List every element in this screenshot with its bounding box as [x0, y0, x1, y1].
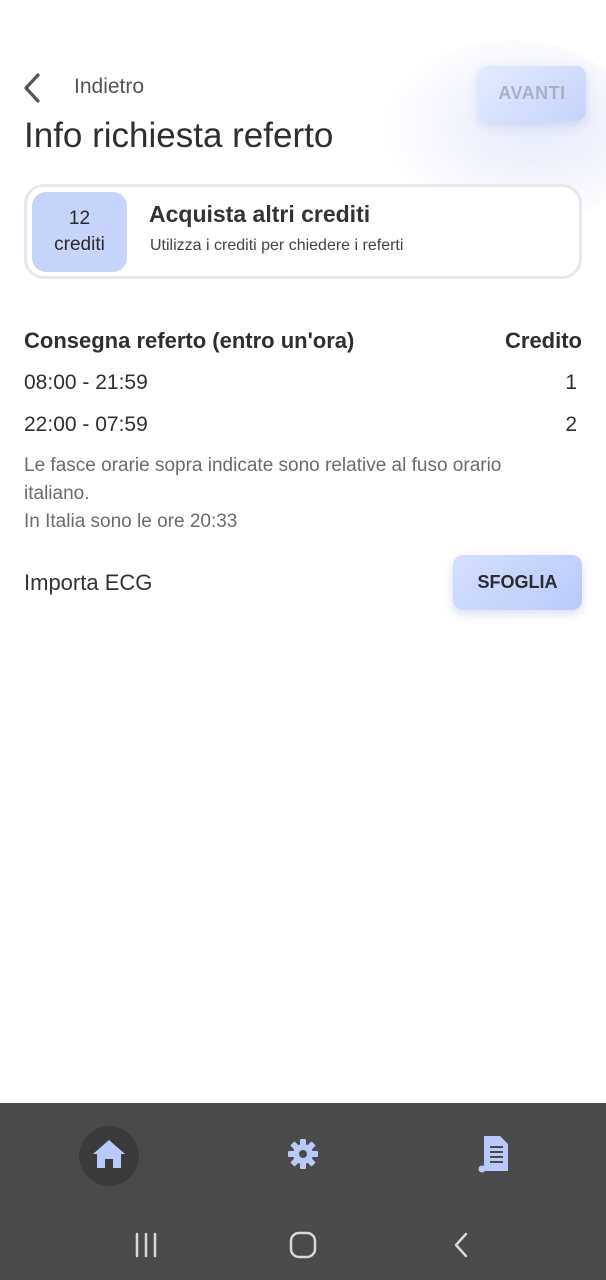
delivery-header-label: Consegna referto (entro un'ora) [24, 328, 355, 353]
buy-credits-title: Acquista altri crediti [149, 201, 371, 227]
credit-value: 2 [565, 413, 577, 436]
delivery-table-header: Consegna referto (entro un'ora) Credito [24, 328, 582, 354]
credit-value: 1 [565, 371, 577, 394]
page-title: Info richiesta referto [24, 116, 334, 155]
system-navigation-bar [0, 1210, 606, 1280]
screen: Indietro AVANTI Info richiesta referto 1… [0, 0, 606, 1280]
nav-home[interactable] [79, 1126, 139, 1186]
timezone-text: Le fasce orarie sopra indicate sono rela… [24, 455, 502, 504]
bottom-navigation [0, 1103, 606, 1210]
header: Indietro AVANTI [0, 60, 606, 121]
next-button[interactable]: AVANTI [478, 66, 586, 121]
credits-unit: crediti [54, 234, 105, 255]
credit-header-label: Credito [505, 328, 582, 353]
recent-apps-icon[interactable] [126, 1228, 166, 1262]
browse-button[interactable]: SFOGLIA [453, 555, 582, 610]
gear-icon [287, 1138, 319, 1175]
nav-settings[interactable] [273, 1126, 333, 1186]
back-system-icon[interactable] [441, 1228, 481, 1262]
table-row: 22:00 - 07:59 2 [24, 413, 582, 437]
time-range: 22:00 - 07:59 [24, 413, 148, 436]
buy-credits-card[interactable]: 12 crediti Acquista altri crediti Utiliz… [24, 184, 582, 279]
credits-badge: 12 crediti [32, 192, 127, 272]
current-time-text: In Italia sono le ore 20:33 [24, 511, 238, 532]
back-label[interactable]: Indietro [74, 75, 144, 99]
report-document-icon [478, 1135, 510, 1178]
nav-reports[interactable] [464, 1126, 524, 1186]
timezone-note: Le fasce orarie sopra indicate sono rela… [24, 452, 564, 536]
buy-credits-subtitle: Utilizza i crediti per chiedere i refert… [150, 237, 404, 254]
table-row: 08:00 - 21:59 1 [24, 371, 582, 395]
time-range: 08:00 - 21:59 [24, 371, 148, 394]
back-arrow-icon[interactable] [20, 72, 48, 104]
home-icon [91, 1138, 127, 1175]
import-ecg-label: Importa ECG [24, 570, 153, 595]
credits-count: 12 [68, 208, 91, 229]
home-system-icon[interactable] [283, 1228, 323, 1262]
